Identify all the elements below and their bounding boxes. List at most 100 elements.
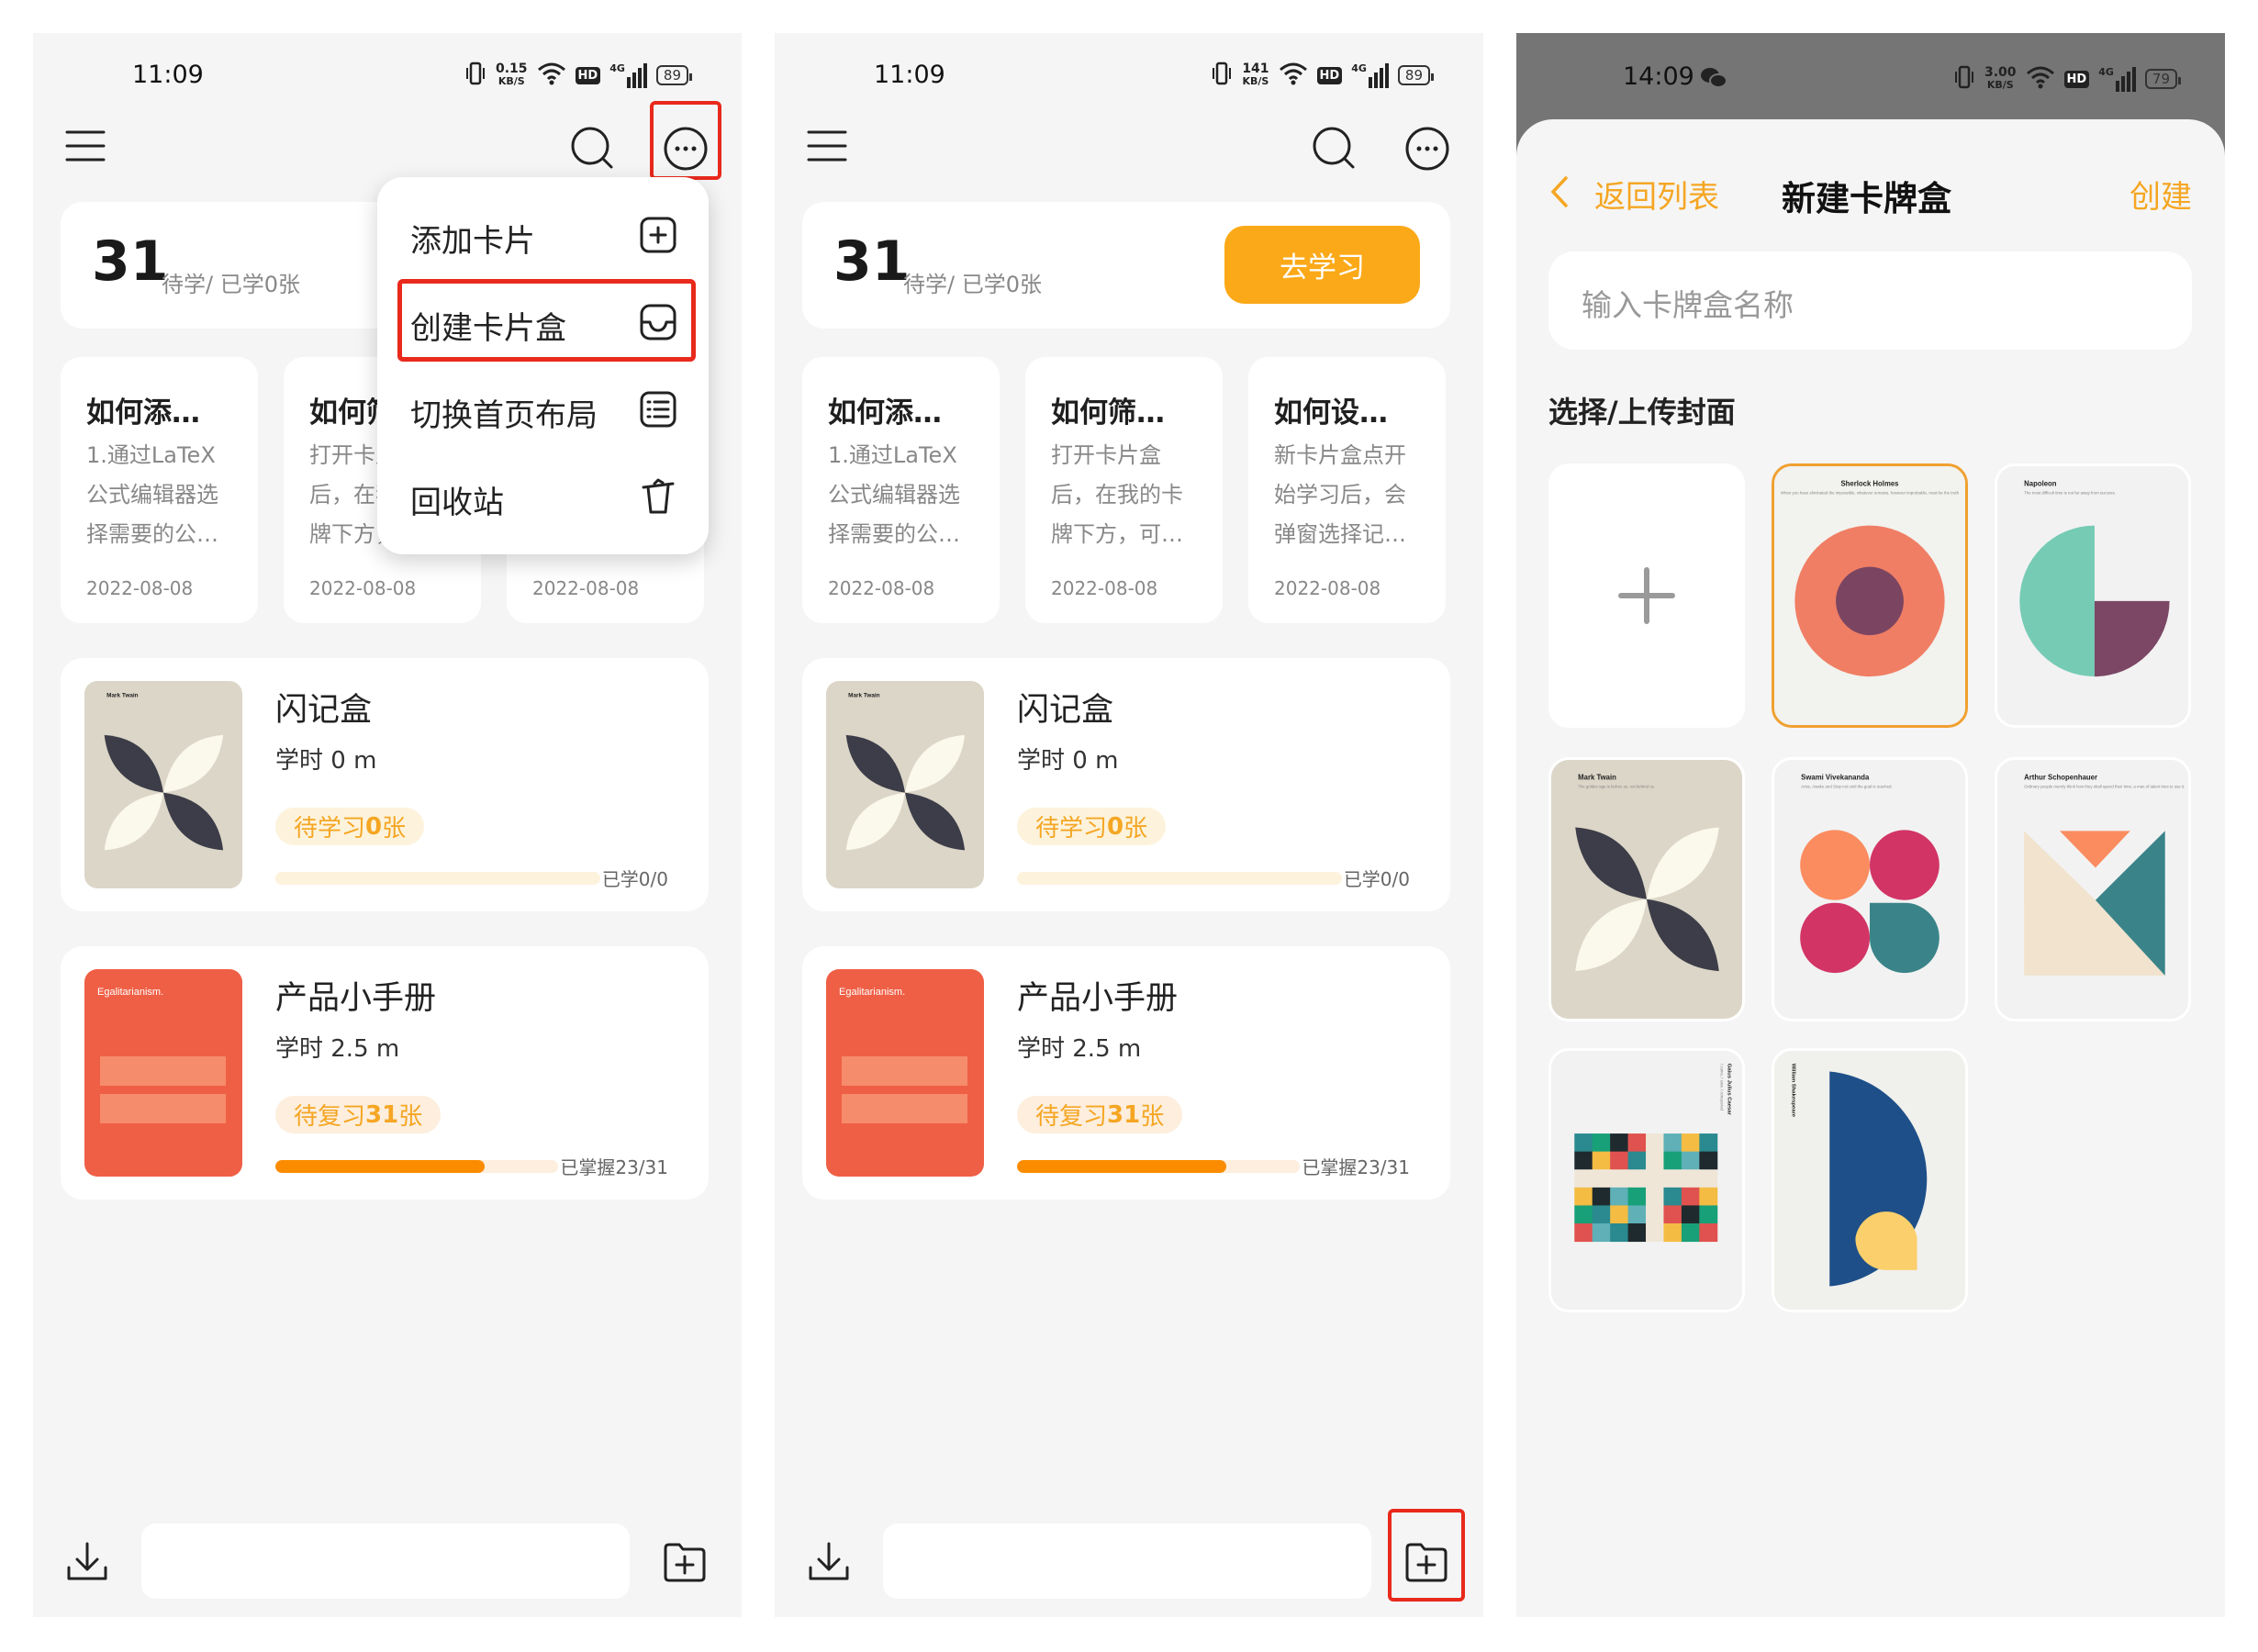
pending-count: 31 [92, 229, 169, 294]
badge-unit: 张 [1140, 1103, 1165, 1131]
deck-status-badge: 待学习 0 张 [1017, 808, 1167, 845]
cover-option[interactable]: Napoleon The most difficult time is not f… [1995, 463, 2191, 728]
cover-option-selected[interactable]: Sherlock Holmes When you have eliminated … [1772, 463, 1968, 728]
deck-progress: 已学0/0 [275, 865, 668, 891]
cover-mosaic-tile [1592, 1187, 1611, 1206]
upload-cover-button[interactable] [1548, 463, 1745, 728]
page-title: 新建卡牌盒 [1782, 179, 1951, 218]
deck-card[interactable]: Mark Twain 闪记盒 学时 0 m 待学习 0 张已学0/0 [802, 658, 1450, 911]
signal-icon: 4G [1351, 62, 1389, 88]
start-study-button[interactable]: 去学习 [1224, 226, 1420, 304]
cover-art: Sherlock Holmes When you have eliminated … [1774, 466, 1965, 725]
vibrate-icon [1211, 61, 1233, 90]
cover-option[interactable]: Swami Vivekananda Arise, Awake and Stop n… [1772, 757, 1968, 1021]
back-chevron-icon[interactable] [1549, 175, 1570, 212]
cover-band [842, 1056, 967, 1086]
cover-mosaic-tile [1646, 1205, 1664, 1224]
deck-cover: Mark Twain [826, 681, 984, 888]
cover-mosaic-tile [1646, 1187, 1664, 1206]
cover-title: William Shakespeare [1790, 1064, 1795, 1118]
network-speed-unit: KB/S [497, 75, 525, 87]
deck-cover: Egalitarianism. [826, 969, 984, 1177]
cover-title: Mark Twain [848, 692, 880, 698]
cover-mosaic-tile [1627, 1133, 1647, 1153]
cover-title: Arthur Schopenhauer [2024, 774, 2097, 782]
deck-name: 产品小手册 [1017, 980, 1179, 1017]
network-speed-unit: KB/S [1986, 79, 2014, 91]
tip-body-line: 公式编辑器选 [86, 482, 218, 508]
cover-mosaic-tile [1592, 1133, 1611, 1153]
cover-option[interactable]: William Shakespeare [1772, 1048, 1968, 1312]
vibrate-icon [464, 61, 486, 90]
cover-quote: When you have eliminated the impossible,… [1781, 490, 1960, 495]
deck-name-input[interactable] [1548, 251, 2192, 350]
cover-option[interactable]: Arthur Schopenhauer Ordinary people merel… [1995, 757, 2191, 1021]
search-icon[interactable] [1311, 125, 1357, 174]
bottom-input[interactable] [883, 1524, 1371, 1599]
cover-mosaic-tile [1574, 1223, 1593, 1243]
deck-card[interactable]: Egalitarianism. 产品小手册 学时 2.5 m 待复习 31 张已掌握23/… [61, 946, 709, 1200]
create-button[interactable]: 创建 [2129, 172, 2192, 217]
tip-title: 如何筛… [1051, 396, 1165, 430]
tip-card[interactable]: 如何添… 1.通过LaTeX 公式编辑器选 择需要的公… 2022-08-08 [802, 357, 1000, 623]
menu-hamburger-icon[interactable] [65, 129, 106, 166]
more-options-icon[interactable] [1404, 126, 1450, 175]
signal-bar [643, 63, 647, 88]
cover-option[interactable]: Mark Twain The golden age is before us, n… [1548, 757, 1745, 1021]
cover-title: Gaius Julius Caesar [1726, 1064, 1731, 1116]
wifi-icon [537, 61, 566, 89]
signal-bar [637, 68, 642, 88]
deck-status-badge: 待复习 31 张 [1017, 1096, 1183, 1133]
cover-mosaic-tile [1646, 1223, 1664, 1243]
more-button-highlight [650, 101, 721, 180]
cover-mosaic-tile [1681, 1205, 1700, 1224]
tip-body-line: 始学习后，会 [1274, 482, 1406, 508]
create-deck-screen: 14:09 3.00KB/S HD 4G 79 返回列表 新建卡牌盒 创建输入卡牌盒名称选择/… [1516, 33, 2225, 1617]
cover-mosaic-tile [1699, 1205, 1718, 1224]
bottom-input[interactable] [141, 1524, 630, 1599]
plus-icon [1617, 566, 1676, 629]
cover-mosaic-tile [1646, 1169, 1664, 1189]
import-download-icon[interactable] [65, 1540, 109, 1588]
menu-hamburger-icon[interactable] [807, 129, 847, 166]
tip-card[interactable]: 如何设… 新卡片盒点开始学习后，会弹窗选择记… 2022-08-08 [1248, 357, 1446, 623]
deck-study-time: 学时 2.5 m [275, 1035, 400, 1063]
cover-band [842, 1094, 967, 1123]
cover-mosaic-tile [1610, 1205, 1629, 1224]
cover-band [100, 1056, 226, 1086]
cover-mosaic-tile [1592, 1151, 1611, 1170]
tip-date: 2022-08-08 [86, 577, 194, 599]
deck-card[interactable]: Egalitarianism. 产品小手册 学时 2.5 m 待复习 31 张已掌握23/… [802, 946, 1450, 1200]
cover-option[interactable]: Gaius Julius Caesar I came, I saw, I conq… [1548, 1048, 1745, 1312]
tip-card[interactable]: 如何添… 1.通过LaTeX 公式编辑器选 择需要的公… 2022-08-08 [61, 357, 258, 623]
cover-art: Napoleon The most difficult time is not f… [1997, 466, 2188, 725]
cover-mosaic-tile [1592, 1205, 1611, 1224]
tip-date: 2022-08-08 [309, 577, 417, 599]
badge-count: 31 [365, 1100, 399, 1129]
tip-card[interactable]: 如何筛… 打开卡片盒 后，在我的卡 牌下方，可… 2022-08-08 [1025, 357, 1223, 623]
wifi-icon [2026, 65, 2055, 93]
cover-mosaic-tile [1663, 1205, 1682, 1224]
new-folder-icon[interactable] [663, 1541, 707, 1587]
import-download-icon[interactable] [807, 1540, 851, 1588]
deck-status-badge: 待学习 0 张 [275, 808, 425, 845]
deck-name-field[interactable]: 输入卡牌盒名称 [1548, 251, 2192, 350]
cover-title: Mark Twain [1578, 774, 1616, 782]
menu-item[interactable]: 切换首页布局 [377, 368, 709, 451]
cover-mosaic-tile [1681, 1133, 1700, 1153]
cover-core [1836, 566, 1904, 636]
menu-item-label: 回收站 [410, 485, 504, 521]
search-icon[interactable] [569, 125, 615, 174]
tip-body-line: 后，在我的卡 [1051, 482, 1183, 508]
deck-card[interactable]: Mark Twain 闪记盒 学时 0 m 待学习 0 张已学0/0 [61, 658, 709, 911]
cover-title: Swami Vivekananda [1801, 774, 1870, 782]
create-sheet: 返回列表 新建卡牌盒 创建输入卡牌盒名称选择/上传封面 Sherlock Holmes… [1516, 119, 2225, 1617]
cover-mosaic-tile [1574, 1151, 1593, 1170]
signal-bar [2115, 81, 2119, 92]
menu-item[interactable]: 添加卡片 [377, 194, 709, 276]
deck-name: 闪记盒 [1017, 692, 1114, 729]
back-to-list-link[interactable]: 返回列表 [1594, 172, 1719, 217]
deck-status-badge: 待复习 31 张 [275, 1096, 442, 1133]
menu-item[interactable]: 回收站 [377, 455, 709, 538]
tip-body-line: 公式编辑器选 [828, 482, 960, 508]
